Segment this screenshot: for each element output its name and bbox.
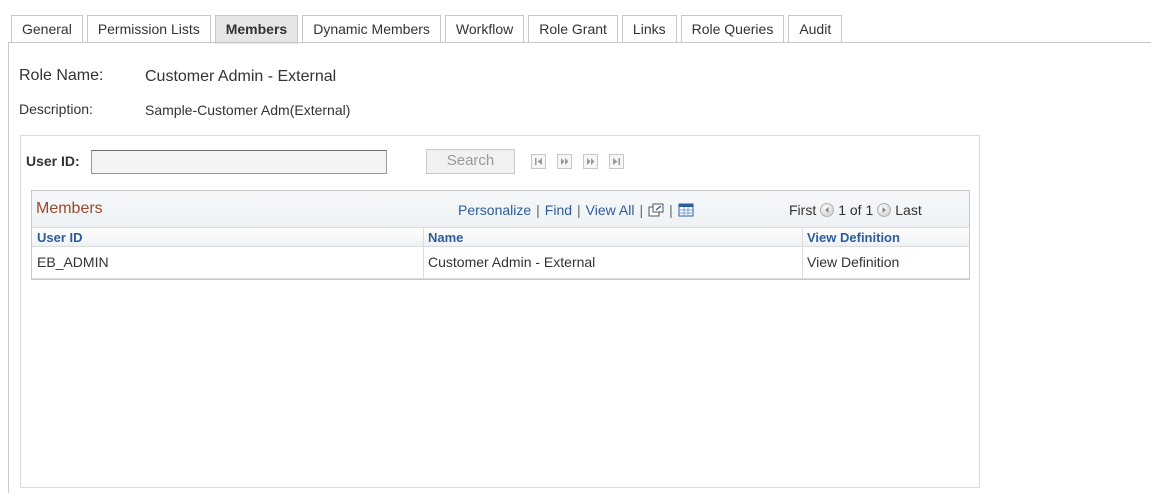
separator: |	[577, 202, 581, 218]
download-grid-icon[interactable]	[678, 203, 694, 217]
cell-user-id: EB_ADMIN	[37, 254, 109, 270]
tab-links[interactable]: Links	[621, 15, 677, 43]
description-value: Sample-Customer Adm(External)	[145, 102, 351, 118]
new-window-icon[interactable]	[648, 203, 664, 217]
grid-pager: First 1 of 1 Last	[789, 202, 922, 218]
last-label: Last	[895, 202, 922, 218]
description-label: Description:	[19, 101, 93, 117]
nav-last-button[interactable]	[609, 154, 624, 169]
nav-next-button[interactable]	[583, 154, 598, 169]
page-left-border	[8, 43, 9, 493]
view-all-link[interactable]: View All	[586, 202, 635, 218]
column-header-view-definition[interactable]: View Definition	[807, 230, 900, 245]
grid-header: Members Personalize | Find | View All | …	[32, 191, 969, 227]
separator: |	[669, 202, 673, 218]
grid-column-headers: User ID Name View Definition	[32, 227, 969, 247]
role-name-label: Role Name:	[19, 67, 104, 84]
tab-audit[interactable]: Audit	[788, 15, 843, 43]
nav-first-button[interactable]	[531, 154, 546, 169]
tab-members[interactable]: Members	[214, 15, 299, 44]
first-page-icon	[535, 158, 542, 165]
table-row: EB_ADMIN Customer Admin - External View …	[32, 247, 969, 279]
next-row-icon[interactable]	[877, 203, 892, 217]
column-header-user-id[interactable]: User ID	[37, 230, 83, 245]
tab-role-queries[interactable]: Role Queries	[680, 15, 785, 43]
cell-name: Customer Admin - External	[428, 254, 596, 270]
members-panel	[20, 135, 980, 488]
tab-role-grant[interactable]: Role Grant	[528, 15, 618, 43]
separator: |	[536, 202, 540, 218]
grid-title: Members	[36, 200, 103, 217]
previous-page-icon	[561, 158, 569, 165]
row-range: 1 of 1	[838, 202, 874, 218]
column-header-name[interactable]: Name	[428, 230, 463, 245]
members-grid: Members Personalize | Find | View All | …	[31, 190, 970, 280]
last-page-icon	[613, 158, 620, 165]
grid-toolbar: Personalize | Find | View All | |	[458, 202, 694, 218]
tab-general[interactable]: General	[11, 15, 83, 43]
search-button[interactable]: Search	[426, 149, 515, 174]
tab-permission-lists[interactable]: Permission Lists	[86, 15, 211, 43]
tab-list: General Permission Lists Members Dynamic…	[11, 15, 846, 44]
tab-dynamic-members[interactable]: Dynamic Members	[302, 15, 441, 43]
tab-bar-divider	[8, 42, 1151, 43]
previous-row-icon[interactable]	[820, 203, 835, 217]
view-definition-link[interactable]: View Definition	[807, 254, 899, 270]
next-page-icon	[587, 158, 595, 165]
column-divider	[423, 227, 424, 279]
user-id-label: User ID:	[26, 153, 80, 169]
find-link[interactable]: Find	[545, 202, 572, 218]
nav-previous-button[interactable]	[557, 154, 572, 169]
column-divider	[802, 227, 803, 279]
first-label: First	[789, 202, 817, 218]
separator: |	[639, 202, 644, 218]
role-name-value: Customer Admin - External	[145, 68, 337, 85]
tab-bar: General Permission Lists Members Dynamic…	[0, 0, 1151, 44]
personalize-link[interactable]: Personalize	[458, 202, 531, 218]
tab-workflow[interactable]: Workflow	[444, 15, 525, 43]
user-id-input[interactable]	[91, 150, 387, 174]
